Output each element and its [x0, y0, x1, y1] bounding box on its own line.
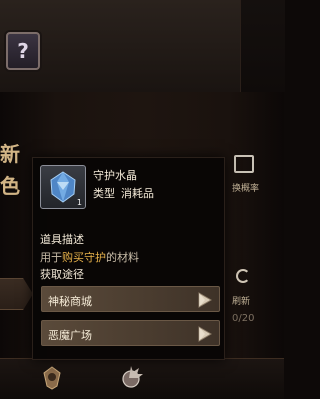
question-icon: ?: [17, 39, 29, 63]
refresh-icon[interactable]: [236, 269, 250, 283]
item-name: 守护水晶: [93, 169, 137, 182]
sources-title: 获取途径: [40, 268, 84, 281]
item-count: 1: [76, 198, 82, 207]
description-text: 用于购买守护的材料: [40, 249, 139, 265]
emblem-icon[interactable]: [38, 364, 66, 392]
item-type: 类型 消耗品: [93, 185, 154, 201]
refresh-counter: 0/20: [232, 313, 255, 324]
probability-label[interactable]: 换概率: [232, 181, 259, 194]
refresh-label[interactable]: 刷新: [232, 294, 250, 307]
crystal-icon: [50, 171, 76, 203]
probability-icon[interactable]: [234, 155, 254, 173]
source-label: 神秘商城: [48, 295, 92, 308]
go-arrow-icon: [198, 326, 212, 342]
description-suffix: 的材料: [106, 251, 139, 264]
description-highlight: 购买守护: [62, 251, 106, 264]
spiky-emblem-icon[interactable]: [117, 364, 145, 392]
description-prefix: 用于: [40, 251, 62, 264]
source-button-mystery-shop[interactable]: 神秘商城: [41, 286, 220, 312]
go-arrow-icon: [198, 292, 212, 308]
help-button[interactable]: ?: [6, 32, 40, 70]
item-type-value: 消耗品: [121, 187, 154, 200]
background-text-1: 新: [0, 142, 20, 166]
item-type-key: 类型: [93, 187, 115, 200]
source-label: 恶魔广场: [48, 329, 92, 342]
source-button-demon-square[interactable]: 恶魔广场: [41, 320, 220, 346]
item-tooltip: 1 守护水晶 类型 消耗品 道具描述 用于购买守护的材料 获取途径 神秘商城 恶魔…: [32, 157, 225, 360]
top-right-panel: [240, 0, 285, 92]
background-text-2: 色: [0, 174, 20, 198]
item-slot: 1: [40, 165, 86, 209]
description-title: 道具描述: [40, 233, 84, 246]
